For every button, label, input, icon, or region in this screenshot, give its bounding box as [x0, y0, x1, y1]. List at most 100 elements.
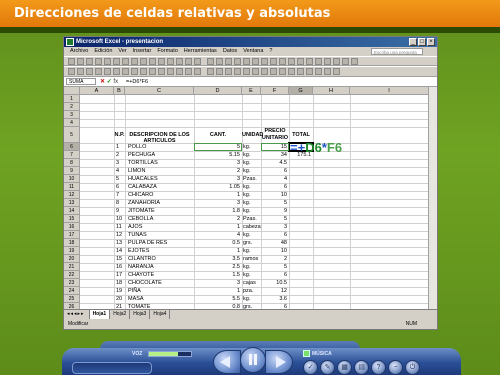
cell-desc[interactable]: CALABAZA — [128, 183, 194, 191]
cell-np[interactable]: 1 — [116, 143, 128, 151]
cell-precio[interactable]: 6 — [261, 271, 287, 279]
toolbar-button-icon[interactable] — [324, 58, 331, 65]
help-control-icon[interactable]: ? — [371, 360, 386, 375]
cell-np[interactable]: 15 — [116, 255, 128, 263]
help-question-input[interactable]: Escriba una pregunta — [371, 48, 423, 55]
toolbar-button-icon[interactable] — [279, 68, 286, 75]
row-header[interactable]: 20 — [64, 255, 80, 263]
cell-cant[interactable]: 1 — [194, 223, 240, 231]
toolbar-button-icon[interactable] — [68, 68, 75, 75]
toolbar-button-icon[interactable] — [113, 58, 120, 65]
cell-np[interactable]: 7 — [116, 191, 128, 199]
cell-np[interactable]: 17 — [116, 271, 128, 279]
cell-np[interactable]: 10 — [116, 215, 128, 223]
cell-precio[interactable]: 10.5 — [261, 279, 287, 287]
toolbar-button-icon[interactable] — [194, 68, 201, 75]
cell-desc[interactable]: AJOS — [128, 223, 194, 231]
cell-cant[interactable]: 2 — [194, 215, 240, 223]
vertical-scrollbar[interactable] — [428, 87, 437, 309]
column-header[interactable]: H — [313, 87, 350, 95]
toolbar-button-icon[interactable] — [270, 68, 277, 75]
row-header[interactable]: 13 — [64, 199, 80, 207]
previous-button[interactable] — [213, 350, 241, 374]
toolbar-button-icon[interactable] — [158, 58, 165, 65]
toolbar-button-icon[interactable] — [297, 68, 304, 75]
toolbar-button-icon[interactable] — [261, 68, 268, 75]
row-header[interactable]: 12 — [64, 191, 80, 199]
toolbar-button-icon[interactable] — [140, 58, 147, 65]
toolbar-button-icon[interactable] — [225, 58, 232, 65]
cell-unidad[interactable]: cabeza — [243, 223, 263, 231]
row-header[interactable]: 10 — [64, 175, 80, 183]
row-header[interactable]: 1 — [64, 95, 80, 103]
print-control-icon[interactable]: ▤ — [354, 360, 369, 375]
toolbar-button-icon[interactable] — [207, 58, 214, 65]
toolbar-button-icon[interactable] — [95, 58, 102, 65]
row-header[interactable]: 24 — [64, 287, 80, 295]
name-box[interactable]: SUMA — [66, 78, 96, 85]
toolbar-button-icon[interactable] — [216, 58, 223, 65]
row-header[interactable]: 23 — [64, 279, 80, 287]
column-header[interactable]: A — [80, 87, 114, 95]
cell-desc[interactable]: HUACALES — [128, 175, 194, 183]
cell-cant[interactable]: 3.5 — [194, 255, 240, 263]
toolbar-button-icon[interactable] — [104, 68, 111, 75]
row-header[interactable]: 7 — [64, 151, 80, 159]
cell-precio[interactable]: 6 — [261, 167, 287, 175]
cell-np[interactable]: 12 — [116, 231, 128, 239]
check-control-icon[interactable]: ✓ — [303, 360, 318, 375]
cancel-formula-icon[interactable]: ✕ — [100, 79, 105, 85]
toolbar-button-icon[interactable] — [122, 58, 129, 65]
cell-cant[interactable]: 2.5 — [194, 263, 240, 271]
toolbar-button-icon[interactable] — [167, 68, 174, 75]
cell-unidad[interactable]: kg. — [243, 263, 263, 271]
toolbar-button-icon[interactable] — [324, 68, 331, 75]
toolbar-button-icon[interactable] — [95, 68, 102, 75]
close-button[interactable]: × — [427, 38, 435, 46]
toolbar-button-icon[interactable] — [351, 58, 358, 65]
cell-unidad[interactable]: kg. — [243, 247, 263, 255]
menu-item[interactable]: Ventana — [243, 47, 263, 56]
exit-control-icon[interactable]: ⏻ — [405, 360, 420, 375]
cell-cant[interactable]: 3 — [194, 199, 240, 207]
sheet-nav-arrows[interactable]: ◂◂◂▸▸ — [67, 310, 85, 319]
cell-cant[interactable]: 1 — [194, 287, 240, 295]
toolbar-button-icon[interactable] — [194, 58, 201, 65]
cell-desc[interactable]: PECHUGA — [128, 151, 194, 159]
toolbar-button-icon[interactable] — [234, 58, 241, 65]
toolbar-button-icon[interactable] — [342, 58, 349, 65]
menu-item[interactable]: Archivo — [70, 47, 88, 56]
cell-unidad[interactable]: kg. — [243, 231, 263, 239]
toolbar-button-icon[interactable] — [333, 68, 340, 75]
cell-np[interactable]: 2 — [116, 151, 128, 159]
column-header[interactable]: C — [125, 87, 194, 95]
cell-np[interactable]: 6 — [116, 183, 128, 191]
cell-unidad[interactable]: kg. — [243, 271, 263, 279]
row-header[interactable]: 14 — [64, 207, 80, 215]
toolbar-button-icon[interactable] — [252, 68, 259, 75]
cell-np[interactable]: 18 — [116, 279, 128, 287]
row-header[interactable]: 16 — [64, 223, 80, 231]
cell-unidad[interactable]: kg. — [243, 295, 263, 303]
row-header[interactable]: 11 — [64, 183, 80, 191]
cell-precio[interactable]: 12 — [261, 287, 287, 295]
column-header[interactable]: I — [350, 87, 429, 95]
cell-desc[interactable]: EJOTES — [128, 247, 194, 255]
cell-precio[interactable]: 9 — [261, 207, 287, 215]
cell-desc[interactable]: PIÑA — [128, 287, 194, 295]
toolbar-button-icon[interactable] — [77, 68, 84, 75]
cell-desc[interactable]: CILANTRO — [128, 255, 194, 263]
cell-unidad[interactable]: pza. — [243, 287, 263, 295]
cell-precio[interactable]: 4.5 — [261, 159, 287, 167]
cell-np[interactable]: 4 — [116, 167, 128, 175]
row-header[interactable]: 19 — [64, 247, 80, 255]
cell-np[interactable]: 11 — [116, 223, 128, 231]
cell-precio[interactable]: 4 — [261, 175, 287, 183]
toolbar-button-icon[interactable] — [131, 68, 138, 75]
cell-cant[interactable]: 3 — [194, 159, 240, 167]
grid-control-icon[interactable]: ▦ — [337, 360, 352, 375]
cell-precio[interactable]: 3 — [261, 223, 287, 231]
cell-unidad[interactable]: Pzas. — [243, 215, 263, 223]
cell-precio[interactable]: 34 — [261, 151, 287, 159]
toolbar-button-icon[interactable] — [158, 68, 165, 75]
